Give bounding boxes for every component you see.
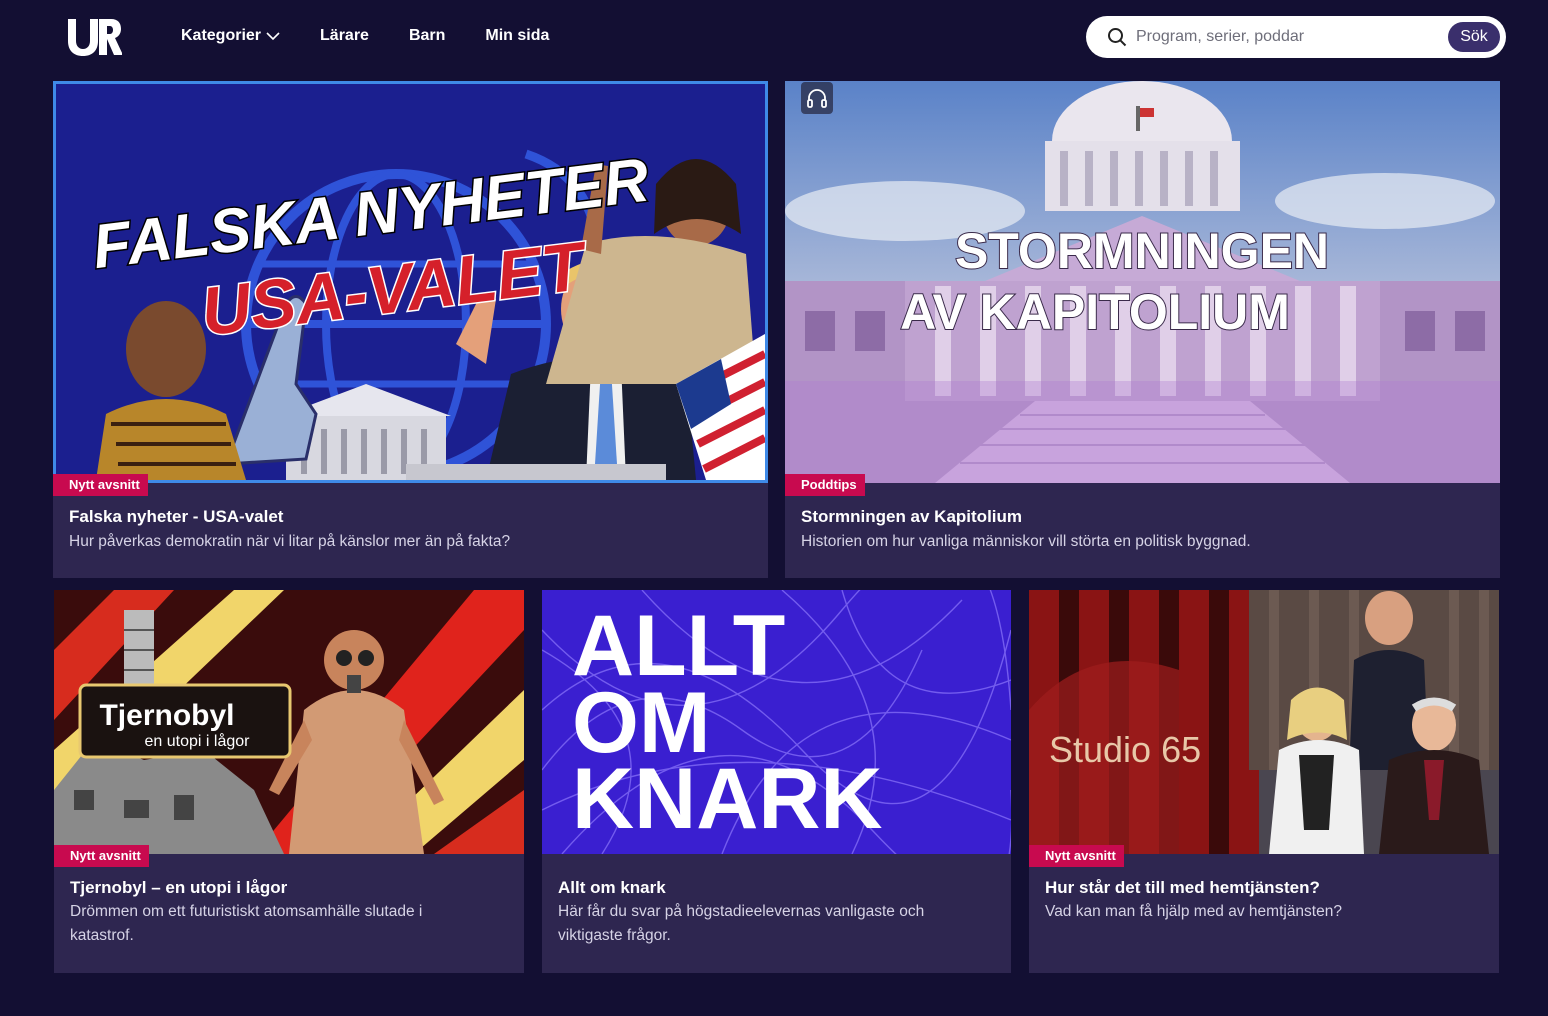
headphones-icon (801, 82, 833, 114)
card-description: Hur påverkas demokratin när vi litar på … (69, 533, 511, 550)
card-thumbnail: Studio 65 (1029, 590, 1499, 854)
nav-larare[interactable]: Lärare (320, 26, 369, 46)
card-title: Allt om knark (558, 878, 666, 897)
program-card-falska-nyheter[interactable]: FALSKA NYHETER USA-VALET Nytt avsnitt Fa… (53, 81, 768, 578)
nav-kategorier-label: Kategorier (181, 27, 262, 44)
main-nav: Kategorier Lärare Barn Min sida (181, 26, 589, 46)
image-title-line1: Studio 65 (1049, 729, 1201, 770)
nav-barn[interactable]: Barn (409, 26, 445, 46)
chevron-down-icon (266, 29, 280, 43)
search-bar: Sök (1086, 16, 1506, 58)
program-card-stormningen[interactable]: STORMNINGEN AV KAPITOLIUM Poddtips Storm… (785, 81, 1500, 578)
nav-min-sida[interactable]: Min sida (485, 26, 549, 46)
ur-logo[interactable] (66, 17, 122, 57)
program-card-studio-65[interactable]: Studio 65 Nytt avsnitt Hur står det till… (1029, 590, 1499, 973)
image-title-line1: Tjernobyl (99, 699, 234, 732)
card-title: Tjernobyl – en utopi i lågor (70, 878, 288, 897)
search-icon (1107, 27, 1127, 47)
card-title: Stormningen av Kapitolium (801, 507, 1023, 526)
badge-new-episode: Nytt avsnitt (54, 845, 149, 867)
program-card-allt-om-knark[interactable]: ALLT OM KNARK Allt om knark Här får du s… (542, 590, 1011, 973)
card-description: Drömmen om ett futuristiskt atomsamhälle… (70, 903, 423, 944)
card-description: Historien om hur vanliga människor vill … (801, 533, 1251, 550)
badge-new-episode: Nytt avsnitt (1029, 845, 1124, 867)
card-thumbnail: STORMNINGEN AV KAPITOLIUM (785, 81, 1500, 483)
nav-kategorier[interactable]: Kategorier (181, 26, 280, 46)
card-thumbnail: Tjernobyl en utopi i lågor (54, 590, 524, 854)
card-thumbnail: FALSKA NYHETER USA-VALET (53, 81, 768, 483)
site-header: Kategorier Lärare Barn Min sida Sök (0, 0, 1548, 75)
badge-podcast-tip: Poddtips (785, 474, 865, 496)
image-title-line2: AV KAPITOLIUM (900, 284, 1290, 340)
card-description: Vad kan man få hjälp med av hemtjänsten? (1045, 903, 1342, 920)
image-title-line1: STORMNINGEN (955, 223, 1329, 279)
program-card-tjernobyl[interactable]: Tjernobyl en utopi i lågor Nytt avsnitt … (54, 590, 524, 973)
card-title: Hur står det till med hemtjänsten? (1045, 878, 1320, 897)
image-title-line2: en utopi i lågor (145, 732, 251, 750)
image-title-line3: KNARK (572, 751, 883, 847)
search-input[interactable] (1136, 24, 1436, 50)
card-title: Falska nyheter - USA-valet (69, 507, 284, 526)
search-button[interactable]: Sök (1448, 22, 1500, 52)
badge-new-episode: Nytt avsnitt (53, 474, 148, 496)
card-description: Här får du svar på högstadieelevernas va… (558, 903, 925, 944)
card-thumbnail: ALLT OM KNARK (542, 590, 1011, 854)
